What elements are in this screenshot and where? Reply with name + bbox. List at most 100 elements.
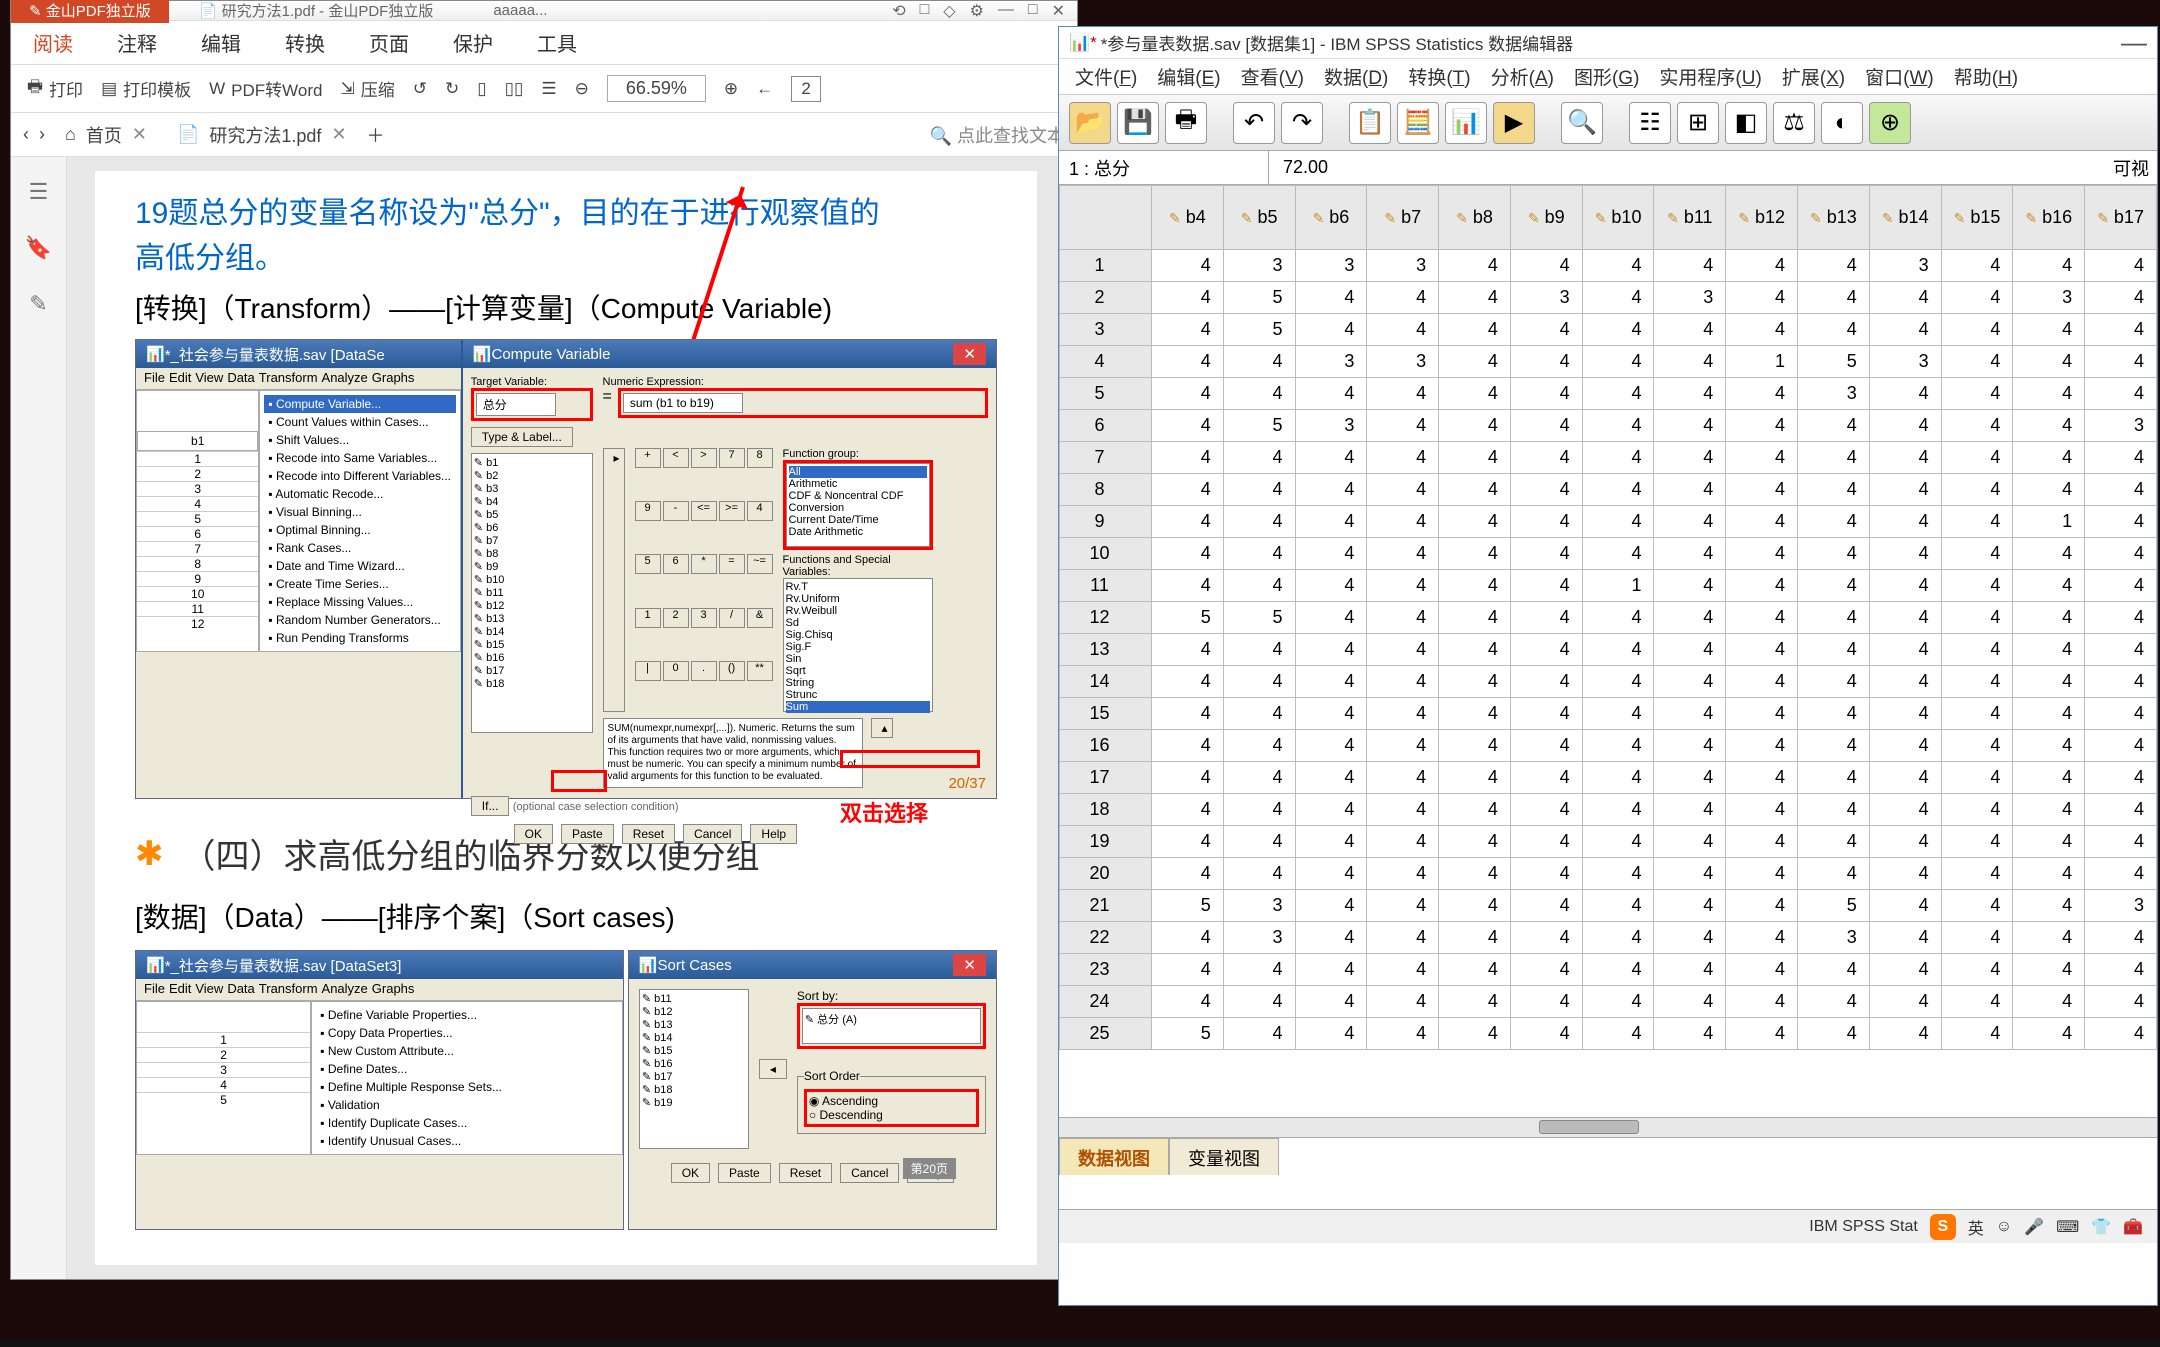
goto-case-icon[interactable]: 📋 bbox=[1349, 102, 1391, 144]
ribbon-page[interactable]: 页面 bbox=[347, 18, 431, 67]
skin-icon[interactable]: 👕 bbox=[2091, 1217, 2111, 1237]
view-continuous-icon[interactable]: ☰ bbox=[541, 79, 556, 99]
menu-item[interactable]: Graphs bbox=[372, 370, 415, 387]
type-label-button[interactable]: Type & Label... bbox=[471, 427, 573, 447]
maximize-icon[interactable]: □ bbox=[1028, 1, 1038, 21]
toolbox-icon[interactable]: 🧰 bbox=[2123, 1217, 2143, 1237]
undo-icon[interactable]: ↶ bbox=[1233, 102, 1275, 144]
cancel-button[interactable]: Cancel bbox=[840, 1163, 899, 1183]
rotate-left-icon[interactable]: ↺ bbox=[413, 79, 427, 99]
open-icon[interactable]: 📂 bbox=[1069, 102, 1111, 144]
variables-icon[interactable]: 📊 bbox=[1445, 102, 1487, 144]
transform-menu-item[interactable]: ▪ Recode into Same Variables... bbox=[264, 449, 455, 467]
calculator-keypad[interactable]: +<>789-<=>=456*=~=123/&|0.()** bbox=[635, 448, 773, 712]
print-icon[interactable]: 🖶 bbox=[1165, 102, 1207, 144]
menu-F[interactable]: 文件(F) bbox=[1065, 59, 1147, 94]
transform-menu-item[interactable]: ▪ Rank Cases... bbox=[264, 539, 455, 557]
menu-item[interactable]: Edit bbox=[169, 981, 191, 998]
transform-menu-item[interactable]: ▪ Create Time Series... bbox=[264, 575, 455, 593]
sync-icon[interactable]: ⟲ bbox=[892, 1, 905, 21]
help-button[interactable]: Help bbox=[750, 824, 797, 844]
zoom-in-icon[interactable]: ⊕ bbox=[724, 79, 738, 99]
zoom-value[interactable]: 66.59% bbox=[607, 75, 706, 102]
transform-menu-item[interactable]: ▪ Random Number Generators... bbox=[264, 611, 455, 629]
menu-item[interactable]: Data bbox=[227, 370, 254, 387]
menu-item[interactable]: View bbox=[195, 370, 223, 387]
sort-by-value[interactable]: ✎ 总分 (A) bbox=[802, 1008, 981, 1044]
function-group-list[interactable]: AllArithmeticCDF & Noncentral CDFConvers… bbox=[786, 463, 930, 547]
ribbon-edit[interactable]: 编辑 bbox=[179, 18, 263, 67]
add-tab-icon[interactable]: ＋ bbox=[367, 122, 385, 148]
view-double-icon[interactable]: ▯▯ bbox=[505, 79, 524, 99]
zoom-out-icon[interactable]: ⊖ bbox=[575, 79, 589, 99]
box-icon[interactable]: □ bbox=[920, 1, 930, 21]
menu-E[interactable]: 编辑(E) bbox=[1147, 59, 1230, 94]
variable-view-tab[interactable]: 变量视图 bbox=[1169, 1138, 1279, 1175]
data-view-tab[interactable]: 数据视图 bbox=[1059, 1138, 1169, 1175]
sort-variable-list[interactable]: ✎ b11✎ b12✎ b13✎ b14✎ b15✎ b16✎ b17✎ b18… bbox=[639, 989, 749, 1149]
transform-menu-item[interactable]: ▪ Count Values within Cases... bbox=[264, 413, 455, 431]
dialog-close-icon[interactable]: ✕ bbox=[953, 954, 986, 976]
goto-var-icon[interactable]: 🧮 bbox=[1397, 102, 1439, 144]
menu-W[interactable]: 窗口(W) bbox=[1855, 59, 1944, 94]
transform-menu-item[interactable]: ▪ Run Pending Transforms bbox=[264, 629, 455, 647]
paste-button[interactable]: Paste bbox=[561, 824, 614, 844]
menu-item[interactable]: Graphs bbox=[372, 981, 415, 998]
descending-radio[interactable]: ○ Descending bbox=[809, 1108, 974, 1122]
menu-item[interactable]: View bbox=[195, 981, 223, 998]
select-icon[interactable]: ◐ bbox=[1821, 102, 1863, 144]
ribbon-read[interactable]: 阅读 bbox=[11, 18, 95, 67]
transform-menu-item[interactable]: ▪ Compute Variable... bbox=[264, 395, 455, 413]
menu-item[interactable]: Analyze bbox=[322, 981, 368, 998]
menu-item[interactable]: File bbox=[144, 370, 165, 387]
menu-G[interactable]: 图形(G) bbox=[1564, 59, 1649, 94]
menu-D[interactable]: 数据(D) bbox=[1314, 59, 1398, 94]
menu-U[interactable]: 实用程序(U) bbox=[1649, 59, 1771, 94]
scrollbar-thumb[interactable] bbox=[1539, 1120, 1639, 1134]
print-template-button[interactable]: ▤ 打印模板 bbox=[101, 76, 191, 101]
transform-menu-item[interactable]: ▪ Shift Values... bbox=[264, 431, 455, 449]
close-icon[interactable]: ✕ bbox=[1052, 1, 1065, 21]
emoji-icon[interactable]: ☺ bbox=[1996, 1218, 2012, 1236]
menu-X[interactable]: 扩展(X) bbox=[1772, 59, 1855, 94]
close-tab-icon[interactable]: ✕ bbox=[331, 124, 346, 145]
transform-menu-item[interactable]: ▪ Replace Missing Values... bbox=[264, 593, 455, 611]
insert-case-icon[interactable]: ☷ bbox=[1629, 102, 1671, 144]
find-icon[interactable]: 🔍 bbox=[1561, 102, 1603, 144]
view-single-icon[interactable]: ▯ bbox=[477, 79, 486, 99]
variable-list[interactable]: ✎ b1✎ b2✎ b3✎ b4✎ b5✎ b6✎ b7✎ b8✎ b9✎ b1… bbox=[471, 453, 593, 733]
horizontal-scrollbar[interactable] bbox=[1059, 1117, 2157, 1137]
ok-button[interactable]: OK bbox=[514, 824, 553, 844]
paste-button[interactable]: Paste bbox=[718, 1163, 771, 1183]
keyboard-icon[interactable]: ⌨ bbox=[2056, 1217, 2079, 1237]
reset-button[interactable]: Reset bbox=[779, 1163, 832, 1183]
page-input[interactable]: 2 bbox=[791, 76, 821, 102]
menu-item[interactable]: Analyze bbox=[322, 370, 368, 387]
minimize-icon[interactable]: — bbox=[2121, 27, 2147, 58]
menu-V[interactable]: 查看(V) bbox=[1231, 59, 1314, 94]
transform-menu-item[interactable]: ▪ Visual Binning... bbox=[264, 503, 455, 521]
document-tab[interactable]: 📄 研究方法1.pdf ✕ bbox=[167, 118, 357, 152]
save-icon[interactable]: 💾 bbox=[1117, 102, 1159, 144]
transform-menu-item[interactable]: ▪ Automatic Recode... bbox=[264, 485, 455, 503]
pdf-to-word-button[interactable]: W PDF转Word bbox=[209, 76, 322, 101]
ribbon-protect[interactable]: 保护 bbox=[431, 18, 515, 67]
menu-item[interactable]: Transform bbox=[259, 370, 318, 387]
compress-button[interactable]: ⇲ 压缩 bbox=[340, 76, 394, 101]
spss-data-grid[interactable]: ✎ b4✎ b5✎ b6✎ b7✎ b8✎ b9✎ b10✎ b11✎ b12✎… bbox=[1059, 185, 2157, 1117]
back-icon[interactable]: ← bbox=[756, 79, 773, 99]
thumbnails-icon[interactable]: ☰ bbox=[29, 179, 49, 205]
gear-icon[interactable]: ⚙ bbox=[970, 1, 984, 21]
annotation-icon[interactable]: ✎ bbox=[29, 291, 47, 317]
back-nav-icon[interactable]: ‹ bbox=[23, 124, 29, 145]
reset-button[interactable]: Reset bbox=[622, 824, 675, 844]
transform-menu-item[interactable]: ▪ Optimal Binning... bbox=[264, 521, 455, 539]
numeric-expression-input[interactable]: sum (b1 to b19) bbox=[623, 393, 743, 413]
ribbon-tools[interactable]: 工具 bbox=[515, 18, 599, 67]
menu-item[interactable]: Edit bbox=[169, 370, 191, 387]
target-variable-input[interactable]: 总分 bbox=[476, 393, 556, 416]
menu-item[interactable]: Transform bbox=[259, 981, 318, 998]
search-placeholder[interactable]: 🔍 点此查找文本 bbox=[930, 122, 1065, 148]
menu-H[interactable]: 帮助(H) bbox=[1944, 59, 2028, 94]
ime-lang[interactable]: 英 bbox=[1968, 1215, 1984, 1239]
